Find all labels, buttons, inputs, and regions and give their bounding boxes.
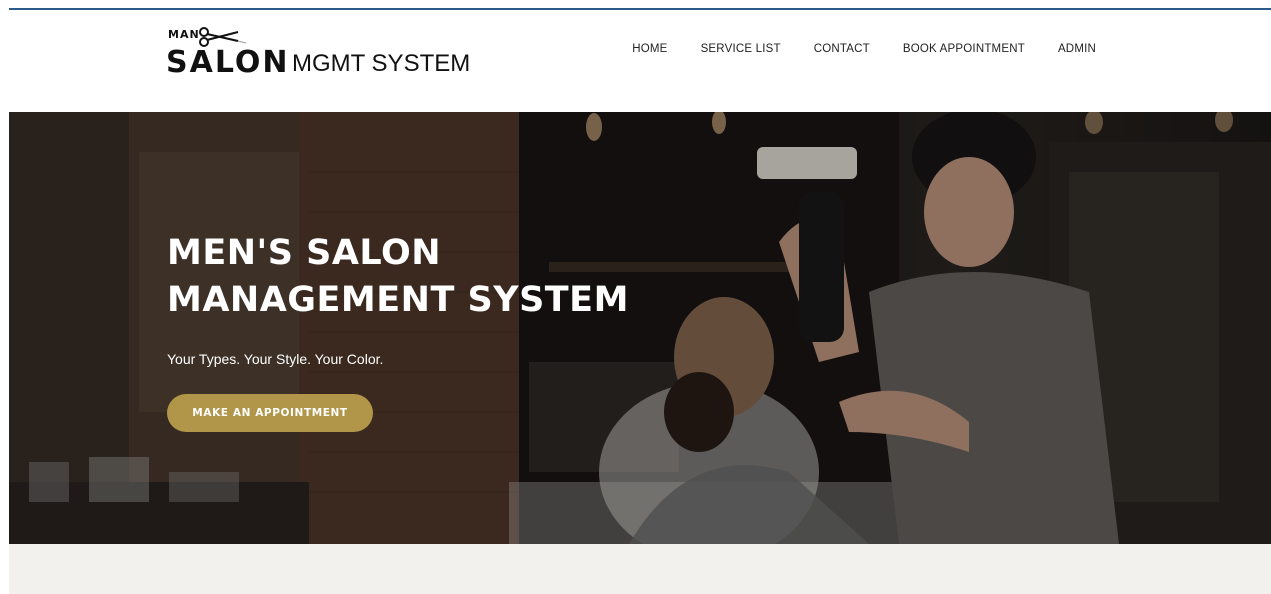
- hero-banner: MEN'S SALON MANAGEMENT SYSTEM Your Types…: [9, 112, 1271, 544]
- content-section-band: [9, 544, 1271, 594]
- hero-title-line-1: MEN'S SALON: [167, 233, 442, 273]
- hero-title: MEN'S SALON MANAGEMENT SYSTEM: [167, 230, 687, 324]
- nav-book-appointment[interactable]: BOOK APPOINTMENT: [903, 43, 1025, 55]
- hero-dark-overlay: [9, 112, 1271, 544]
- site-logo[interactable]: MAN SALON MGMT SYSTEM: [166, 26, 496, 86]
- nav-service-list[interactable]: SERVICE LIST: [701, 43, 781, 55]
- logo-main-text: SALON: [166, 45, 290, 80]
- hero-title-line-2: MANAGEMENT SYSTEM: [167, 280, 629, 320]
- site-header: MAN SALON MGMT SYSTEM HOME SERVICE LIST …: [9, 10, 1271, 112]
- logo-side-text: MGMT SYSTEM: [292, 50, 471, 77]
- nav-admin[interactable]: ADMIN: [1058, 43, 1096, 55]
- nav-home[interactable]: HOME: [632, 43, 667, 55]
- hero-subtitle: Your Types. Your Style. Your Color.: [167, 351, 384, 367]
- make-appointment-button[interactable]: MAKE AN APPOINTMENT: [167, 394, 373, 432]
- main-nav: HOME SERVICE LIST CONTACT BOOK APPOINTME…: [632, 43, 1096, 55]
- nav-contact[interactable]: CONTACT: [814, 43, 870, 55]
- logo-top-text: MAN: [168, 28, 200, 41]
